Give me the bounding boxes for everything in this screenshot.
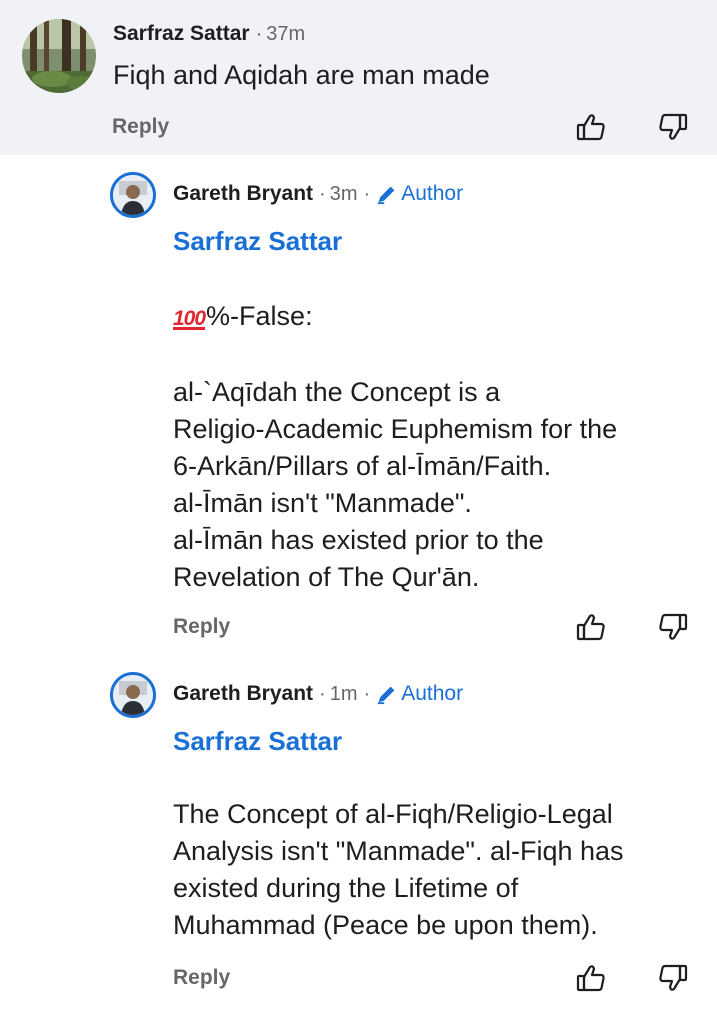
hundred-points-emoji: 100 bbox=[173, 307, 206, 330]
text-line: al-`Aqīdah the Concept is a bbox=[173, 377, 501, 407]
separator: · bbox=[319, 683, 326, 705]
parent-comment: Sarfraz Sattar · 37m Fiqh and Aqidah are… bbox=[0, 0, 717, 155]
text-line: The Concept of al-Fiqh/Religio-Legal bbox=[173, 799, 613, 829]
pencil-icon bbox=[378, 186, 395, 205]
text-line: al-Īmān has existed prior to the bbox=[173, 525, 544, 555]
avatar[interactable] bbox=[110, 672, 156, 718]
thumbs-down-icon[interactable] bbox=[656, 110, 690, 144]
comment-meta: Gareth Bryant · 3m · Author bbox=[173, 182, 463, 206]
reply-button[interactable]: Reply bbox=[173, 615, 230, 639]
text-line: 6-Arkān/Pillars of al-Īmān/Faith. bbox=[173, 451, 552, 481]
reply-button[interactable]: Reply bbox=[173, 966, 230, 990]
author-name[interactable]: Sarfraz Sattar bbox=[113, 22, 250, 46]
text-line: existed during the Lifetime of bbox=[173, 873, 519, 903]
text-line: Muhammad (Peace be upon them). bbox=[173, 910, 598, 940]
text-line: Revelation of The Qur'ān. bbox=[173, 562, 480, 592]
timestamp: 3m bbox=[329, 183, 358, 205]
author-badge-label: Author bbox=[401, 682, 464, 705]
timestamp: 1m bbox=[329, 683, 358, 705]
text-line: al-Īmān isn't "Manmade". bbox=[173, 488, 472, 518]
pencil-icon bbox=[378, 686, 395, 705]
separator: · bbox=[363, 683, 371, 705]
thumbs-down-icon[interactable] bbox=[656, 961, 690, 995]
comment-meta: Sarfraz Sattar · 37m bbox=[113, 22, 305, 46]
thumbs-down-icon[interactable] bbox=[656, 610, 690, 644]
text-line: Analysis isn't "Manmade". al-Fiqh has bbox=[173, 836, 624, 866]
author-name[interactable]: Gareth Bryant bbox=[173, 182, 313, 206]
text-line: 100%-False: bbox=[173, 298, 617, 337]
comment-text: The Concept of al-Fiqh/Religio-Legal Ana… bbox=[173, 796, 624, 944]
timestamp: 37m bbox=[266, 23, 306, 45]
comment-meta: Gareth Bryant · 1m · Author bbox=[173, 682, 463, 706]
separator: · bbox=[255, 23, 263, 45]
thumbs-up-icon[interactable] bbox=[574, 610, 608, 644]
separator: · bbox=[363, 183, 371, 205]
author-badge: Author bbox=[376, 182, 463, 206]
reply-button[interactable]: Reply bbox=[112, 115, 169, 139]
separator: · bbox=[319, 183, 326, 205]
text-line: Religio-Academic Euphemism for the bbox=[173, 414, 618, 444]
avatar[interactable] bbox=[110, 172, 156, 218]
text-line bbox=[173, 337, 617, 374]
author-badge: Author bbox=[376, 682, 463, 706]
mention-link[interactable]: Sarfraz Sattar bbox=[173, 226, 342, 257]
comment-text: Fiqh and Aqidah are man made bbox=[113, 60, 490, 90]
thumbs-up-icon[interactable] bbox=[574, 110, 608, 144]
mention-link[interactable]: Sarfraz Sattar bbox=[173, 726, 342, 757]
avatar[interactable] bbox=[22, 19, 96, 93]
comment-text: 100%-False: al-`Aqīdah the Concept is a … bbox=[173, 298, 617, 596]
author-badge-label: Author bbox=[401, 182, 464, 205]
text-fragment: %-False: bbox=[206, 301, 313, 331]
thumbs-up-icon[interactable] bbox=[574, 961, 608, 995]
author-name[interactable]: Gareth Bryant bbox=[173, 682, 313, 706]
